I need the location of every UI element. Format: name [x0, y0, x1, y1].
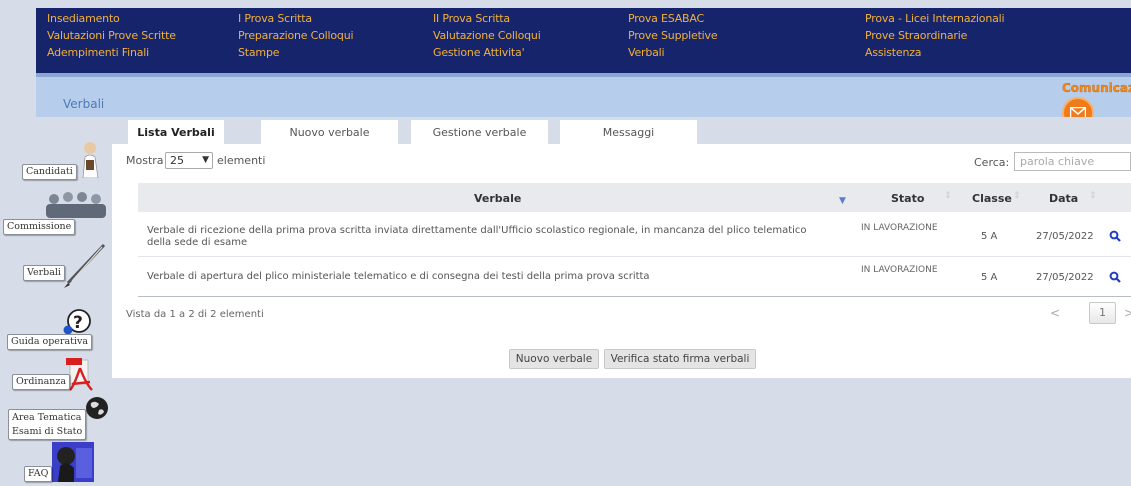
menu-item-prove-suppletive[interactable]: Prove Suppletive: [628, 27, 718, 44]
tab-gestione-verbale[interactable]: Gestione verbale: [411, 120, 548, 145]
menu-item-prova-esabac[interactable]: Prova ESABAC: [628, 10, 717, 27]
menu-item-prima-prova-scritta[interactable]: I Prova Scritta: [238, 10, 353, 27]
search-icon[interactable]: [1109, 271, 1121, 283]
menu-item-preparazione-colloqui[interactable]: Preparazione Colloqui: [238, 27, 354, 44]
communications-label[interactable]: Comunicazioni: [1062, 81, 1131, 95]
globe-icon: [86, 397, 108, 419]
sidebar-item-guida-operativa[interactable]: Guida operativa: [7, 334, 93, 350]
menu-item-insediamento[interactable]: Insediamento: [47, 10, 176, 27]
tab-messaggi[interactable]: Messaggi: [560, 120, 697, 145]
tab-nuovo-verbale[interactable]: Nuovo verbale: [261, 120, 398, 145]
help-icon: ?: [63, 309, 91, 335]
search-label: Cerca:: [974, 156, 1010, 169]
pagination-next[interactable]: >: [1124, 306, 1131, 320]
tab-lista-verbali[interactable]: Lista Verbali: [128, 120, 224, 145]
row-divider: [138, 256, 1131, 257]
menu-item-assistenza[interactable]: Assistenza: [865, 44, 1004, 61]
sort-desc-icon[interactable]: ▼: [839, 196, 846, 206]
menu-item-valutazione-colloqui[interactable]: Valutazione Colloqui: [433, 27, 541, 44]
page-title: Verbali: [63, 97, 105, 111]
table-info: Vista da 1 a 2 di 2 elementi: [126, 309, 264, 320]
chevron-down-icon: ▼: [202, 155, 209, 165]
sort-icon[interactable]: ⇕: [1013, 191, 1021, 201]
column-header-data[interactable]: Data: [1049, 192, 1078, 205]
sidebar-item-commissione[interactable]: Commissione: [3, 219, 76, 235]
person-icon: [82, 142, 99, 178]
column-header-verbale[interactable]: Verbale: [474, 192, 521, 205]
menu-column-2: I Prova Scritta Preparazione Colloqui St…: [238, 10, 354, 61]
sidebar-item-faq[interactable]: FAQ: [24, 466, 53, 482]
sidebar-item-candidati[interactable]: Candidati: [22, 164, 77, 180]
menu-item-prove-straordinarie[interactable]: Prove Straordinarie: [865, 27, 1004, 44]
sidebar-item-ordinanza[interactable]: Ordinanza: [12, 374, 71, 390]
menu-column-3: II Prova Scritta Valutazione Colloqui Ge…: [433, 10, 541, 61]
section-header-bar: [36, 77, 1131, 117]
new-verbale-button[interactable]: Nuovo verbale: [509, 349, 599, 369]
pagination-page-1[interactable]: 1: [1089, 302, 1116, 324]
app-window: Insediamento Valutazioni Prove Scritte A…: [0, 0, 1131, 486]
menu-item-prova-licei-internazionali[interactable]: Prova - Licei Internazionali: [865, 10, 1005, 27]
search-icon[interactable]: [1109, 230, 1121, 242]
area-tematica-line2: Esami di Stato: [12, 426, 83, 437]
elements-label: elementi: [217, 154, 266, 167]
table-cell-data: 27/05/2022: [1036, 231, 1094, 242]
table-cell-data: 27/05/2022: [1036, 272, 1094, 283]
menu-item-adempimenti-finali[interactable]: Adempimenti Finali: [47, 44, 176, 61]
table-cell-classe: 5 A: [981, 272, 998, 283]
area-tematica-line1: Area Tematica: [12, 412, 82, 423]
table-cell-stato: IN LAVORAZIONE: [861, 265, 938, 275]
menu-item-seconda-prova-scritta[interactable]: II Prova Scritta: [433, 10, 541, 27]
sort-icon[interactable]: ⇕: [944, 191, 952, 201]
menu-item-stampe[interactable]: Stampe: [238, 44, 353, 61]
faq-image-icon: [52, 442, 94, 482]
column-header-stato[interactable]: Stato: [891, 192, 924, 205]
sidebar-item-area-tematica[interactable]: Area Tematica Esami di Stato: [8, 409, 87, 440]
column-header-classe[interactable]: Classe: [972, 192, 1012, 205]
sort-icon[interactable]: ⇕: [1089, 191, 1097, 201]
table-cell-verbale: Verbale di apertura del plico ministeria…: [147, 271, 650, 282]
check-signature-button[interactable]: Verifica stato firma verbali: [604, 349, 756, 369]
svg-text:?: ?: [73, 313, 83, 333]
menu-column-4: Prova ESABAC Prove Suppletive Verbali: [628, 10, 718, 61]
table-bottom-border: [138, 296, 1131, 297]
page-size-label: Mostra: [126, 154, 164, 167]
pagination-prev[interactable]: <: [1050, 306, 1060, 320]
pen-icon: [64, 243, 106, 288]
menu-column-1: Insediamento Valutazioni Prove Scritte A…: [47, 10, 176, 61]
page-size-select[interactable]: 25 ▼: [165, 152, 213, 169]
search-input[interactable]: parola chiave: [1014, 152, 1131, 171]
page-size-value: 25: [170, 154, 184, 167]
sidebar-item-verbali[interactable]: Verbali: [23, 265, 65, 281]
menu-item-verbali[interactable]: Verbali: [628, 44, 717, 61]
table-cell-verbale: Verbale di ricezione della prima prova s…: [147, 225, 807, 248]
menu-item-valutazioni-prove-scritte[interactable]: Valutazioni Prove Scritte: [47, 27, 176, 44]
table-cell-classe: 5 A: [981, 231, 998, 242]
group-icon: [46, 192, 106, 218]
menu-column-5: Prova - Licei Internazionali Prove Strao…: [865, 10, 1005, 61]
table-cell-stato: IN LAVORAZIONE: [861, 223, 938, 233]
menu-item-gestione-attivita[interactable]: Gestione Attivita': [433, 44, 541, 61]
